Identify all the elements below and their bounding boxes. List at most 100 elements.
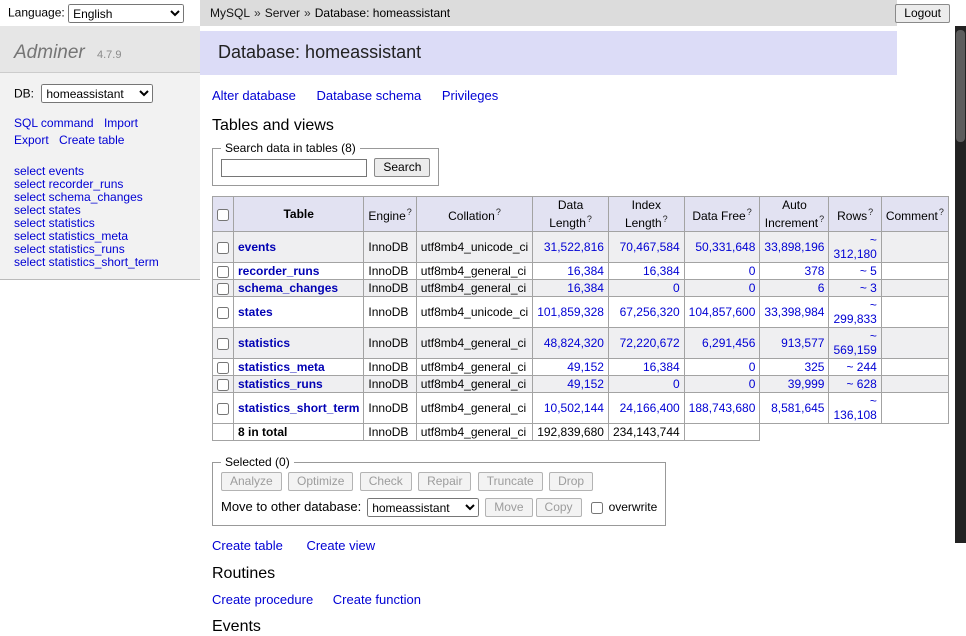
language-select[interactable]: English	[68, 4, 184, 23]
auto-increment-link[interactable]: 6	[818, 281, 825, 295]
data-length-link[interactable]: 48,824,320	[544, 336, 604, 350]
row-checkbox[interactable]	[217, 307, 229, 319]
data-free-link[interactable]: 104,857,600	[689, 305, 756, 319]
copy-button[interactable]: Copy	[536, 498, 582, 517]
create-view-link[interactable]: Create view	[306, 538, 375, 553]
data-length-link[interactable]: 10,502,144	[544, 401, 604, 415]
help-link[interactable]: ?	[496, 207, 501, 217]
sidebar-item-select-statistics-runs[interactable]: select statistics_runs	[14, 242, 125, 256]
drop-button[interactable]: Drop	[549, 472, 593, 491]
optimize-button[interactable]: Optimize	[288, 472, 353, 491]
data-free-link[interactable]: 188,743,680	[689, 401, 756, 415]
row-checkbox[interactable]	[217, 362, 229, 374]
scrollbar-thumb[interactable]	[956, 30, 965, 142]
privileges-link[interactable]: Privileges	[442, 88, 498, 103]
rows-count-link[interactable]: ~ 3	[860, 281, 877, 295]
sidebar-item-select-statistics-meta[interactable]: select statistics_meta	[14, 229, 128, 243]
sidebar-item-select-recorder-runs[interactable]: select recorder_runs	[14, 177, 123, 191]
auto-increment-link[interactable]: 913,577	[781, 336, 824, 350]
help-link[interactable]: ?	[747, 207, 752, 217]
table-name-link[interactable]: states	[238, 305, 273, 319]
truncate-button[interactable]: Truncate	[478, 472, 543, 491]
index-length-link[interactable]: 16,384	[643, 360, 680, 374]
table-name-link[interactable]: recorder_runs	[238, 264, 319, 278]
sidebar-link-create-table[interactable]: Create table	[59, 133, 124, 147]
data-length-link[interactable]: 16,384	[567, 264, 604, 278]
rows-count-link[interactable]: ~ 569,159	[833, 329, 876, 357]
overwrite-checkbox[interactable]	[591, 502, 603, 514]
database-schema-link[interactable]: Database schema	[316, 88, 421, 103]
data-length-link[interactable]: 16,384	[567, 281, 604, 295]
create-table-link[interactable]: Create table	[212, 538, 283, 553]
help-link[interactable]: ?	[939, 207, 944, 217]
sidebar-item-select-schema-changes[interactable]: select schema_changes	[14, 190, 143, 204]
row-checkbox[interactable]	[217, 379, 229, 391]
row-checkbox[interactable]	[217, 403, 229, 415]
rows-count-link[interactable]: ~ 312,180	[833, 233, 876, 261]
sidebar-item-select-states[interactable]: select states	[14, 203, 81, 217]
row-checkbox[interactable]	[217, 242, 229, 254]
rows-count-link[interactable]: ~ 244	[846, 360, 876, 374]
table-name-link[interactable]: statistics_short_term	[238, 401, 359, 415]
table-name-link[interactable]: schema_changes	[238, 281, 338, 295]
scrollbar[interactable]	[955, 26, 966, 543]
auto-increment-link[interactable]: 33,898,196	[764, 240, 824, 254]
data-free-link[interactable]: 0	[749, 360, 756, 374]
search-button[interactable]: Search	[374, 158, 430, 177]
table-name-link[interactable]: statistics_runs	[238, 377, 323, 391]
auto-increment-link[interactable]: 39,999	[788, 377, 825, 391]
rows-count-link[interactable]: ~ 628	[846, 377, 876, 391]
auto-increment-link[interactable]: 378	[804, 264, 824, 278]
auto-increment-link[interactable]: 325	[804, 360, 824, 374]
index-length-link[interactable]: 16,384	[643, 264, 680, 278]
auto-increment-link[interactable]: 33,398,984	[764, 305, 824, 319]
data-free-link[interactable]: 6,291,456	[702, 336, 755, 350]
repair-button[interactable]: Repair	[418, 472, 471, 491]
logout-button[interactable]: Logout	[895, 4, 950, 23]
breadcrumb-server-link[interactable]: Server	[265, 6, 300, 20]
alter-database-link[interactable]: Alter database	[212, 88, 296, 103]
index-length-link[interactable]: 0	[673, 377, 680, 391]
index-length-link[interactable]: 72,220,672	[620, 336, 680, 350]
help-link[interactable]: ?	[407, 207, 412, 217]
data-length-link[interactable]: 31,522,816	[544, 240, 604, 254]
sidebar-link-sql-command[interactable]: SQL command	[14, 116, 94, 130]
breadcrumb-mysql-link[interactable]: MySQL	[210, 6, 250, 20]
db-select[interactable]: homeassistant	[41, 84, 153, 103]
help-link[interactable]: ?	[819, 214, 824, 224]
help-link[interactable]: ?	[663, 214, 668, 224]
index-length-link[interactable]: 24,166,400	[620, 401, 680, 415]
help-link[interactable]: ?	[587, 214, 592, 224]
row-checkbox[interactable]	[217, 338, 229, 350]
table-name-link[interactable]: statistics	[238, 336, 290, 350]
sidebar-link-export[interactable]: Export	[14, 133, 49, 147]
data-length-link[interactable]: 49,152	[567, 360, 604, 374]
index-length-link[interactable]: 67,256,320	[620, 305, 680, 319]
sidebar-item-select-statistics[interactable]: select statistics	[14, 216, 95, 230]
row-checkbox[interactable]	[217, 283, 229, 295]
select-all-checkbox[interactable]	[217, 209, 229, 221]
data-free-link[interactable]: 0	[749, 281, 756, 295]
index-length-link[interactable]: 70,467,584	[620, 240, 680, 254]
table-name-link[interactable]: events	[238, 240, 276, 254]
rows-count-link[interactable]: ~ 136,108	[833, 394, 876, 422]
move-button[interactable]: Move	[485, 498, 532, 517]
check-button[interactable]: Check	[360, 472, 412, 491]
data-length-link[interactable]: 49,152	[567, 377, 604, 391]
analyze-button[interactable]: Analyze	[221, 472, 282, 491]
row-checkbox[interactable]	[217, 266, 229, 278]
rows-count-link[interactable]: ~ 5	[860, 264, 877, 278]
create-procedure-link[interactable]: Create procedure	[212, 592, 313, 607]
auto-increment-link[interactable]: 8,581,645	[771, 401, 824, 415]
rows-count-link[interactable]: ~ 299,833	[833, 298, 876, 326]
data-free-link[interactable]: 0	[749, 264, 756, 278]
move-database-select[interactable]: homeassistant	[367, 498, 479, 517]
data-free-link[interactable]: 50,331,648	[695, 240, 755, 254]
create-function-link[interactable]: Create function	[333, 592, 421, 607]
index-length-link[interactable]: 0	[673, 281, 680, 295]
search-input[interactable]	[221, 159, 367, 177]
sidebar-link-import[interactable]: Import	[104, 116, 138, 130]
help-link[interactable]: ?	[868, 207, 873, 217]
sidebar-item-select-events[interactable]: select events	[14, 164, 84, 178]
data-length-link[interactable]: 101,859,328	[537, 305, 604, 319]
